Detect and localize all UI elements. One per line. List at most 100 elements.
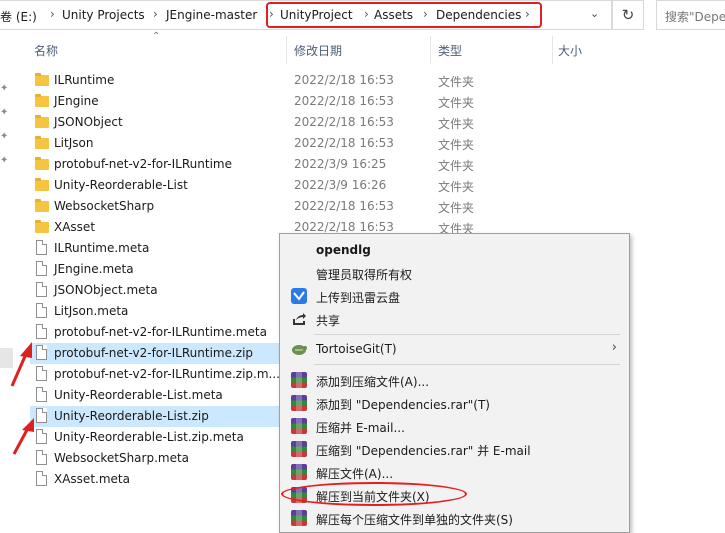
file-name: Unity-Reorderable-List (54, 178, 188, 192)
annotation-arrow (10, 342, 32, 387)
folder-row[interactable]: ILRuntime (30, 70, 280, 91)
menu-item-label: 压缩并 E-mail... (316, 421, 405, 435)
menu-item-compress-email[interactable]: 压缩并 E-mail... (282, 415, 627, 437)
file-name: protobuf-net-v2-for-ILRuntime.meta (54, 325, 267, 339)
file-row[interactable]: Unity-Reorderable-List.zip.meta (30, 427, 280, 448)
file-type: 文件夹 (438, 96, 475, 110)
file-icon (36, 261, 47, 276)
file-name: LitJson (54, 136, 94, 150)
sort-up-icon: ⌃ (152, 31, 161, 42)
pin-icon[interactable]: ✦ (0, 83, 8, 94)
chevron-right-icon: › (611, 340, 617, 355)
menu-item-add-to-dependencies-rar[interactable]: 添加到 "Dependencies.rar"(T) (282, 392, 627, 414)
file-icon (36, 324, 47, 339)
file-name: JEngine (54, 94, 99, 108)
file-name: XAsset (54, 220, 96, 234)
breadcrumb-separator[interactable]: › (153, 7, 158, 21)
annotation-ellipse (281, 482, 467, 506)
breadcrumb-unity-projects[interactable]: Unity Projects (62, 8, 145, 22)
breadcrumb-jengine-master[interactable]: JEngine-master (166, 8, 257, 22)
refresh-icon[interactable]: ↻ (612, 0, 644, 30)
pin-icon[interactable]: ✦ (0, 155, 8, 166)
menu-item-label: 共享 (316, 314, 341, 328)
menu-item-opendlg[interactable]: opendlg (282, 239, 627, 261)
file-name: Unity-Reorderable-List.zip (54, 409, 209, 423)
file-icon (36, 282, 47, 297)
menu-item-extract-each[interactable]: 解压每个压缩文件到单独的文件夹(S) (282, 507, 627, 529)
file-type: 文件夹 (438, 75, 475, 89)
file-name: ILRuntime.meta (54, 241, 150, 255)
folder-icon (35, 136, 49, 149)
folder-icon (35, 115, 49, 128)
column-divider[interactable] (286, 36, 287, 64)
file-row[interactable]: Unity-Reorderable-List.zip (30, 406, 280, 427)
folder-row[interactable]: protobuf-net-v2-for-ILRuntime (30, 154, 280, 175)
menu-item-take-ownership[interactable]: 管理员取得所有权 (282, 262, 627, 284)
menu-item-label: 添加到压缩文件(A)... (316, 375, 430, 389)
file-row[interactable]: WebsocketSharp.meta (30, 448, 280, 469)
column-header-type[interactable]: 类型 (438, 42, 462, 59)
file-row[interactable]: ILRuntime.meta (30, 238, 280, 259)
search-input[interactable]: 搜索"Depe (656, 0, 725, 30)
folder-icon (35, 94, 49, 107)
menu-separator (314, 334, 620, 335)
annotation-arrow (12, 418, 34, 455)
column-header-modified[interactable]: 修改日期 (294, 42, 342, 59)
file-name: JEngine.meta (54, 262, 134, 276)
file-name: protobuf-net-v2-for-ILRuntime (54, 157, 232, 171)
file-icon (36, 471, 47, 486)
file-name: protobuf-net-v2-for-ILRuntime.zip.m... (54, 367, 280, 381)
menu-item-share[interactable]: 共享 (282, 308, 627, 330)
file-row[interactable]: JEngine.meta (30, 259, 280, 280)
column-divider[interactable] (430, 36, 431, 64)
pin-icon[interactable]: ✦ (0, 107, 8, 118)
file-row[interactable]: protobuf-net-v2-for-ILRuntime.zip (30, 343, 280, 364)
file-type: 文件夹 (438, 201, 475, 215)
chevron-down-icon[interactable]: ⌄ (590, 7, 599, 20)
file-row[interactable]: protobuf-net-v2-for-ILRuntime.meta (30, 322, 280, 343)
menu-item-upload-xunlei[interactable]: 上传到迅雷云盘 (282, 285, 627, 307)
folder-icon (35, 157, 49, 170)
file-row[interactable]: Unity-Reorderable-List.meta (30, 385, 280, 406)
winrar-icon (291, 464, 307, 480)
folder-row[interactable]: LitJson (30, 133, 280, 154)
breadcrumb-separator[interactable]: › (50, 7, 55, 21)
menu-item-label: 压缩到 "Dependencies.rar" 并 E-mail (316, 444, 531, 458)
winrar-icon (291, 418, 307, 434)
column-header-size[interactable]: 大小 (558, 42, 582, 59)
pin-icon[interactable]: ✦ (0, 131, 8, 142)
winrar-icon (291, 395, 307, 411)
file-row[interactable]: LitJson.meta (30, 301, 280, 322)
column-header-name[interactable]: 名称 (34, 42, 58, 59)
file-row[interactable]: protobuf-net-v2-for-ILRuntime.zip.m... (30, 364, 280, 385)
file-row[interactable]: XAsset.meta (30, 469, 280, 490)
column-divider[interactable] (552, 36, 553, 64)
file-modified-date: 2022/2/18 16:53 (294, 220, 394, 234)
folder-row[interactable]: WebsocketSharp (30, 196, 280, 217)
folder-icon (35, 178, 49, 191)
folder-row[interactable]: JEngine (30, 91, 280, 112)
folder-icon (35, 199, 49, 212)
menu-item-extract-files[interactable]: 解压文件(A)... (282, 461, 627, 483)
menu-item-label: 解压每个压缩文件到单独的文件夹(S) (316, 513, 513, 527)
menu-item-compress-to-rar-email[interactable]: 压缩到 "Dependencies.rar" 并 E-mail (282, 438, 627, 460)
file-modified-date: 2022/2/18 16:53 (294, 94, 394, 108)
file-name: WebsocketSharp (54, 199, 155, 213)
menu-item-label: 解压文件(A)... (316, 467, 394, 481)
tortoisegit-icon (291, 341, 307, 357)
folder-row[interactable]: JSONObject (30, 112, 280, 133)
menu-item-add-to-archive[interactable]: 添加到压缩文件(A)... (282, 369, 627, 391)
file-row[interactable]: JSONObject.meta (30, 280, 280, 301)
menu-item-tortoisegit[interactable]: TortoiseGit(T) › (282, 338, 627, 360)
folder-row[interactable]: XAsset (30, 217, 280, 238)
file-icon (36, 303, 47, 318)
file-type: 文件夹 (438, 138, 475, 152)
file-name: protobuf-net-v2-for-ILRuntime.zip (54, 346, 254, 360)
file-modified-date: 2022/3/9 16:25 (294, 157, 387, 171)
menu-item-label: 添加到 "Dependencies.rar"(T) (316, 398, 490, 412)
breadcrumb-drive[interactable]: 卷 (E:) (0, 8, 37, 25)
folder-icon (35, 220, 49, 233)
menu-item-label: 管理员取得所有权 (316, 268, 413, 282)
file-name: Unity-Reorderable-List.meta (54, 388, 223, 402)
folder-row[interactable]: Unity-Reorderable-List (30, 175, 280, 196)
